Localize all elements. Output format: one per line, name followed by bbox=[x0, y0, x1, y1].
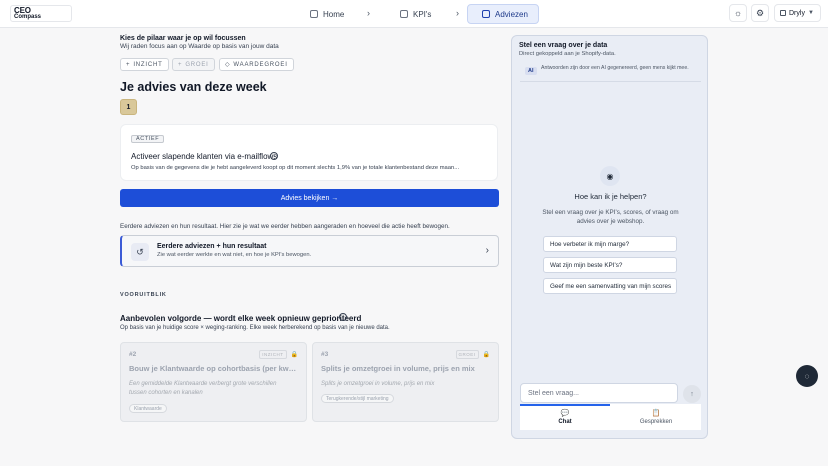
chevron-right-icon: › bbox=[485, 245, 489, 256]
chat-help-title: Hoe kan ik je helpen? bbox=[574, 192, 647, 201]
recommendation-description: Splits je omzetgroei in volume, prijs en… bbox=[321, 381, 435, 387]
focus-title: Kies de pilaar waar je op wil focussen bbox=[120, 35, 246, 42]
plus-icon: + bbox=[126, 61, 131, 68]
step-number-badge[interactable]: 1 bbox=[120, 99, 137, 115]
store-icon bbox=[780, 10, 786, 16]
suggestion-button[interactable]: Wat zijn mijn beste KPI's? bbox=[543, 257, 677, 273]
chat-title: Stel een vraag over je data bbox=[519, 42, 608, 49]
ai-disclaimer-text: Antwoorden zijn door een AI gegenereerd,… bbox=[541, 65, 689, 71]
recommendation-description: Een gemiddelde Klantwaarde verbergt grot… bbox=[129, 381, 277, 396]
chevron-right-icon: › bbox=[456, 8, 459, 18]
clipboard-icon: 📋 bbox=[651, 410, 661, 417]
loader-icon: ◌ bbox=[804, 371, 810, 381]
pill-inzicht[interactable]: + INZICHT bbox=[120, 58, 169, 71]
info-icon[interactable]: i bbox=[339, 313, 347, 321]
logo-line-2: Compass bbox=[14, 14, 42, 20]
send-button[interactable]: ↑ bbox=[683, 385, 701, 403]
store-label: Dryly bbox=[789, 9, 805, 17]
nav-kpis[interactable]: KPI's bbox=[392, 5, 439, 23]
recommended-title: Aanbevolen volgorde — wordt elke week op… bbox=[120, 314, 362, 323]
pill-groei[interactable]: + GROEI bbox=[172, 58, 215, 71]
earlier-advice-subtitle: Zie wat eerder werkte en wat niet, en ho… bbox=[157, 252, 312, 258]
chat-input[interactable]: Stel een vraag... bbox=[520, 383, 678, 403]
section-label-outlook: VOORUITBLIK bbox=[120, 292, 167, 298]
tab-conversations[interactable]: 📋 Gesprekken bbox=[611, 410, 701, 425]
advice-icon bbox=[482, 10, 490, 18]
tab-chat[interactable]: 💬 Chat bbox=[520, 410, 610, 425]
diamond-icon: ◇ bbox=[225, 62, 231, 68]
pillar-tag: GROEI bbox=[455, 350, 479, 359]
focus-subtitle: Wij raden focus aan op Waarde op basis v… bbox=[120, 43, 279, 50]
nav-home-label: Home bbox=[323, 9, 345, 19]
ceo-compass-logo[interactable]: CEO Compass bbox=[10, 5, 72, 22]
chart-icon bbox=[400, 10, 408, 18]
chat-panel: Stel een vraag over je data Direct gekop… bbox=[511, 35, 708, 439]
store-selector[interactable]: Dryly ▼ bbox=[774, 4, 821, 22]
active-advice-card: ACTIEF Activeer slapende klanten via e-m… bbox=[120, 124, 498, 181]
arrow-up-icon: ↑ bbox=[690, 390, 694, 398]
top-navigation-bar: CEO Compass Home › KPI's › Adviezen ☼ ⚙ … bbox=[0, 0, 828, 28]
nav-adviezen[interactable]: Adviezen bbox=[467, 4, 539, 24]
theme-toggle-button[interactable]: ☼ bbox=[729, 4, 747, 22]
ai-badge: AI bbox=[525, 67, 537, 75]
lock-icon: 🔒 bbox=[290, 352, 298, 358]
earlier-advice-title: Eerdere adviezen + hun resultaat bbox=[157, 243, 267, 250]
history-icon: ↺ bbox=[131, 243, 149, 261]
pillar-tag: INZICHT bbox=[259, 350, 287, 359]
recommendation-card[interactable]: #2 INZICHT 🔒 Bouw je Klantwaarde op coho… bbox=[120, 342, 307, 422]
chat-help-subtitle: Stel een vraag over je KPI's, scores, of… bbox=[542, 209, 679, 225]
chevron-right-icon: › bbox=[367, 8, 370, 18]
settings-button[interactable]: ⚙ bbox=[751, 4, 769, 22]
plus-icon: + bbox=[178, 61, 183, 68]
advice-title: Activeer slapende klanten via e-mailflow… bbox=[131, 152, 278, 161]
tab-label: Gesprekken bbox=[639, 419, 673, 425]
pill-label: GROEI bbox=[185, 61, 209, 68]
active-tab-indicator bbox=[520, 404, 610, 406]
nav-home[interactable]: Home bbox=[302, 5, 352, 23]
pill-waardegroei[interactable]: ◇ WAARDEGROEI bbox=[219, 58, 294, 71]
chevron-down-icon: ▼ bbox=[807, 10, 814, 16]
chat-bubble-icon: 💬 bbox=[560, 410, 570, 417]
pill-label: WAARDEGROEI bbox=[233, 61, 288, 68]
card-tag-group: GROEI 🔒 bbox=[455, 350, 490, 359]
earlier-advice-intro: Eerdere adviezen en hun resultaat. Hier … bbox=[120, 223, 450, 230]
suggestion-button[interactable]: Hoe verbeter ik mijn marge? bbox=[543, 236, 677, 252]
recommended-subtitle: Op basis van je huidige score × weging-r… bbox=[120, 325, 390, 331]
rank-number: #2 bbox=[129, 351, 137, 358]
tab-label: Chat bbox=[558, 419, 572, 425]
info-icon[interactable]: i bbox=[270, 152, 278, 160]
lock-icon: 🔒 bbox=[482, 352, 490, 358]
earlier-advice-card[interactable]: ↺ Eerdere adviezen + hun resultaat Zie w… bbox=[120, 235, 499, 267]
rank-number: #3 bbox=[321, 351, 329, 358]
pill-label: INZICHT bbox=[133, 61, 163, 68]
advice-description: Op basis van de gegevens die je hebt aan… bbox=[131, 165, 460, 171]
nav-adviezen-label: Adviezen bbox=[495, 9, 528, 19]
assistant-icon: ◉ bbox=[600, 166, 620, 186]
status-badge: ACTIEF bbox=[131, 135, 165, 143]
suggestion-button[interactable]: Geef me een samenvatting van mijn scores bbox=[543, 278, 677, 294]
gear-icon: ⚙ bbox=[755, 7, 765, 18]
ai-disclaimer: AI Antwoorden zijn door een AI gegeneree… bbox=[520, 64, 701, 82]
home-icon bbox=[310, 10, 318, 18]
chat-subtitle: Direct gekoppeld aan je Shopify-data. bbox=[519, 51, 616, 57]
recommendation-card[interactable]: #3 GROEI 🔒 Splits je omzetgroei in volum… bbox=[312, 342, 499, 422]
kpi-chip: Klantwaarde bbox=[129, 404, 167, 413]
sun-icon: ☼ bbox=[733, 8, 743, 18]
floating-action-button[interactable]: ◌ bbox=[796, 365, 818, 387]
page-title: Je advies van deze week bbox=[120, 80, 267, 94]
kpi-chip: Terugkerende/stijl marketing bbox=[321, 394, 394, 403]
view-advice-button[interactable]: Advies bekijken → bbox=[120, 189, 499, 207]
nav-kpis-label: KPI's bbox=[413, 9, 432, 19]
recommendation-title: Splits je omzetgroei in volume, prijs en… bbox=[321, 364, 475, 373]
chat-tabs: 💬 Chat 📋 Gesprekken bbox=[520, 404, 701, 430]
card-tag-group: INZICHT 🔒 bbox=[259, 350, 298, 359]
recommendation-title: Bouw je Klantwaarde op cohortbasis (per … bbox=[129, 364, 297, 373]
